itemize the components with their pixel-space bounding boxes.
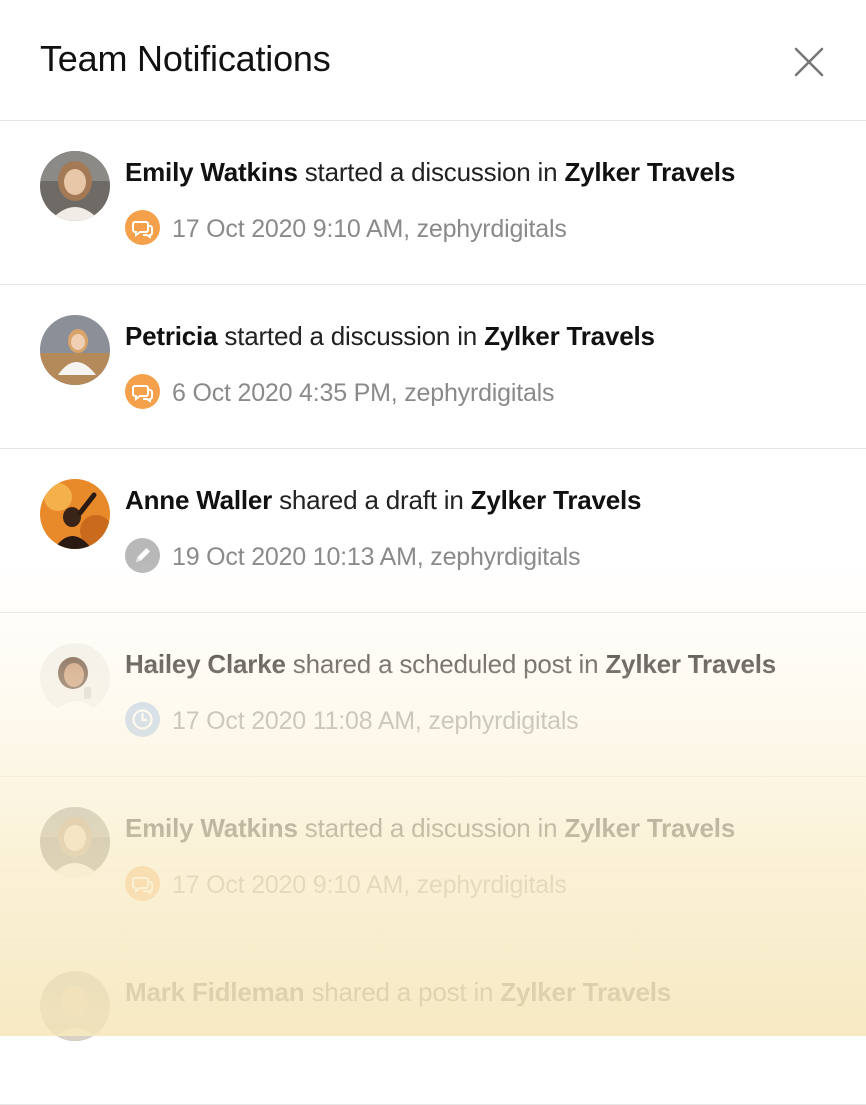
notification-item[interactable]: Emily Watkins started a discussion in Zy… [0,121,866,285]
pencil-icon [125,538,160,573]
notification-time: 17 Oct 2020 11:08 AM, zephyrdigitals [172,707,579,735]
panel-title: Team Notifications [40,38,331,79]
actor-name[interactable]: Mark Fidleman [125,977,305,1007]
target-name[interactable]: Zylker Travels [605,649,776,679]
avatar [40,315,110,385]
target-name[interactable]: Zylker Travels [564,813,735,843]
actor-name[interactable]: Petricia [125,321,218,351]
actor-name[interactable]: Hailey Clarke [125,649,286,679]
target-name[interactable]: Zylker Travels [484,321,655,351]
actor-name[interactable]: Emily Watkins [125,813,298,843]
notification-item[interactable]: Emily Watkins started a discussion in Zy… [0,777,866,941]
notification-time: 19 Oct 2020 10:13 AM, zephyrdigitals [172,543,581,571]
actor-name[interactable]: Emily Watkins [125,157,298,187]
notification-text: Mark Fidleman shared a post in Zylker Tr… [125,977,671,1008]
clock-icon [125,702,160,737]
close-icon[interactable] [791,44,827,80]
notification-text: Emily Watkins started a discussion in Zy… [125,813,735,844]
notification-item[interactable]: Anne Waller shared a draft in Zylker Tra… [0,449,866,613]
action-text: shared a draft in [279,485,464,515]
notification-item[interactable]: Mark Fidleman shared a post in Zylker Tr… [0,941,866,1105]
notification-text: Petricia started a discussion in Zylker … [125,321,655,352]
notification-text: Hailey Clarke shared a scheduled post in… [125,649,776,680]
discussion-icon [125,866,160,901]
avatar [40,479,110,549]
notification-time: 17 Oct 2020 9:10 AM, zephyrdigitals [172,871,567,899]
target-name[interactable]: Zylker Travels [500,977,671,1007]
action-text: started a discussion in [304,813,558,843]
notification-text: Emily Watkins started a discussion in Zy… [125,157,735,188]
avatar [40,807,110,877]
actor-name[interactable]: Anne Waller [125,485,272,515]
panel-header: Team Notifications [0,0,866,121]
target-name[interactable]: Zylker Travels [471,485,642,515]
avatar [40,151,110,221]
discussion-icon [125,374,160,409]
notification-text: Anne Waller shared a draft in Zylker Tra… [125,485,642,516]
action-text: shared a scheduled post in [292,649,599,679]
notification-list: Emily Watkins started a discussion in Zy… [0,121,866,1105]
discussion-icon [125,210,160,245]
notification-item[interactable]: Petricia started a discussion in Zylker … [0,285,866,449]
avatar [40,971,110,1041]
action-text: started a discussion in [224,321,478,351]
target-name[interactable]: Zylker Travels [564,157,735,187]
notification-time: 6 Oct 2020 4:35 PM, zephyrdigitals [172,379,555,407]
notification-item[interactable]: Hailey Clarke shared a scheduled post in… [0,613,866,777]
action-text: shared a post in [311,977,494,1007]
avatar [40,643,110,713]
action-text: started a discussion in [304,157,558,187]
notification-time: 17 Oct 2020 9:10 AM, zephyrdigitals [172,215,567,243]
